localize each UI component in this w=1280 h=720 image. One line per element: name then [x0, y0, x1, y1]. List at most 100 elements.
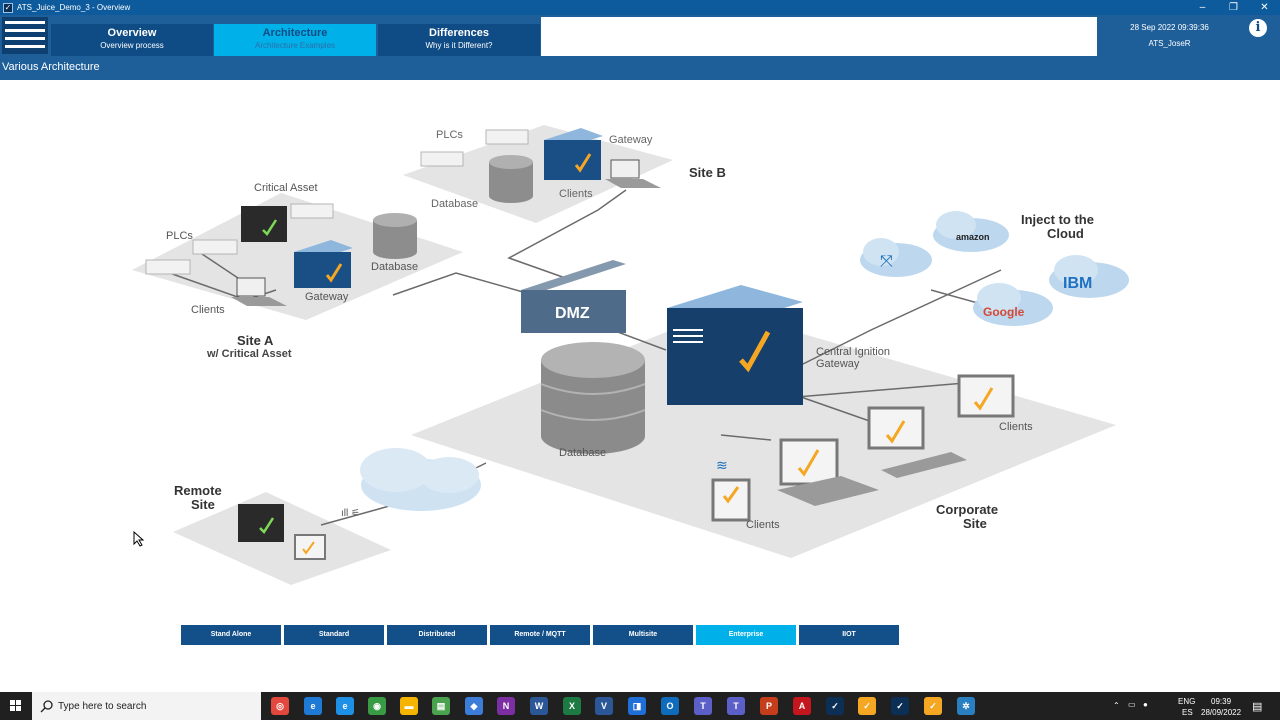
app-icon-blue[interactable]: ◆ — [465, 697, 483, 715]
architecture-diagram: PLCs Gateway Clients Database Site B Cri… — [132, 125, 1129, 585]
powerpoint-icon[interactable]: P — [760, 697, 778, 715]
excel-icon[interactable]: X — [563, 697, 581, 715]
search-placeholder: Type here to search — [58, 701, 147, 712]
search-icon — [40, 700, 53, 713]
app-icon: ✓ — [3, 2, 13, 13]
datetime: 28 Sep 2022 09:39:36 — [1130, 23, 1209, 32]
critical-asset-icon — [241, 206, 287, 242]
ignition-launcher-icon[interactable]: ✓ — [924, 697, 942, 715]
google-cloud-icon: Google — [973, 283, 1053, 326]
user-name: ATS_JoseR — [1148, 39, 1191, 48]
multisite-button[interactable]: Multisite — [593, 625, 693, 645]
notifications-icon[interactable]: ▤ — [1252, 700, 1262, 713]
acrobat-icon[interactable]: A — [793, 697, 811, 715]
site-b-gateway-label: Gateway — [609, 134, 653, 146]
mouse-cursor-icon — [133, 531, 145, 547]
app-icon-chat[interactable]: ◨ — [628, 697, 646, 715]
google-label: Google — [983, 305, 1025, 319]
amazon-label: amazon — [956, 232, 990, 242]
info-icon[interactable]: i — [1249, 19, 1267, 37]
clock-time[interactable]: 09:39 — [1211, 697, 1231, 706]
notepad-icon[interactable]: ▤ — [432, 697, 450, 715]
app-icon-red[interactable]: ◎ — [271, 697, 289, 715]
cloud-generic-icon: ⤧ — [860, 238, 932, 277]
edge-icon[interactable]: e — [304, 697, 322, 715]
tab-differences[interactable]: Differences Why is it Different? — [378, 24, 540, 56]
site-b-database-label: Database — [431, 198, 478, 210]
header-status: 28 Sep 2022 09:39:36 ATS_JoseR — [1099, 17, 1240, 56]
site-a-clients-label: Clients — [191, 304, 225, 316]
onenote-icon[interactable]: N — [497, 697, 515, 715]
amazon-cloud-icon: amazon — [933, 211, 1009, 252]
lang-secondary[interactable]: ES — [1182, 708, 1193, 717]
iiot-button[interactable]: IIOT — [799, 625, 899, 645]
lang-primary[interactable]: ENG — [1178, 697, 1195, 706]
central-gateway-label-line1: Central Ignition — [816, 346, 890, 358]
menu-bar-icon — [5, 29, 45, 32]
remote-client-icon — [294, 534, 326, 560]
app-window: ✓ ATS_Juice_Demo_3 - Overview – ❐ ✕ Over… — [0, 0, 1280, 720]
tab-title: Differences — [429, 27, 489, 39]
word-icon[interactable]: W — [530, 697, 548, 715]
ignition-icon[interactable]: ✓ — [826, 697, 844, 715]
teams-icon[interactable]: T — [694, 697, 712, 715]
tab-overview[interactable]: Overview Overview process — [51, 24, 213, 56]
tab-subtitle: Architecture Examples — [254, 41, 336, 50]
window-title: ATS_Juice_Demo_3 - Overview — [17, 3, 131, 12]
teams-icon-2[interactable]: T — [727, 697, 745, 715]
enterprise-button[interactable]: Enterprise — [696, 625, 796, 645]
start-button[interactable] — [0, 692, 32, 720]
site-a-database-label: Database — [371, 261, 418, 273]
tray-chevron-icon[interactable]: ⌃ — [1113, 701, 1120, 710]
app-icon-gear[interactable]: ✲ — [957, 697, 975, 715]
stand-alone-button[interactable]: Stand Alone — [181, 625, 281, 645]
tray-status-icon[interactable]: ● — [1143, 700, 1148, 709]
menu-bar-icon — [5, 37, 45, 40]
network-icon[interactable]: ▭ — [1128, 700, 1136, 709]
site-a-database-icon — [373, 213, 417, 259]
cloud-title-line2: Cloud — [1047, 226, 1084, 241]
minimize-button[interactable]: – — [1187, 0, 1218, 15]
distributed-button[interactable]: Distributed — [387, 625, 487, 645]
site-a-plcs-label: PLCs — [166, 230, 193, 242]
tab-architecture[interactable]: Architecture Architecture Examples — [214, 24, 376, 56]
menu-bar-icon — [5, 45, 45, 48]
dmz-label: DMZ — [555, 305, 590, 322]
taskbar-search-box[interactable]: Type here to search — [32, 692, 261, 720]
visio-icon[interactable]: V — [595, 697, 613, 715]
site-b-title: Site B — [689, 165, 726, 180]
remote-mqtt-button[interactable]: Remote / MQTT — [490, 625, 590, 645]
corporate-site-line1: Corporate — [936, 502, 998, 517]
ignition-client-icon[interactable]: ✓ — [891, 697, 909, 715]
remote-site-line2: Site — [191, 497, 215, 512]
tab-title: Architecture — [262, 27, 328, 39]
corporate-clients-right-label: Clients — [999, 421, 1033, 433]
ie-icon[interactable]: e — [336, 697, 354, 715]
tab-title: Overview — [107, 27, 157, 39]
central-gateway-label-line2: Gateway — [816, 358, 860, 370]
standard-button[interactable]: Standard — [284, 625, 384, 645]
svg-text:⤧: ⤧ — [880, 253, 893, 270]
page-title: Various Architecture — [2, 61, 100, 73]
outlook-icon[interactable]: O — [661, 697, 679, 715]
chrome-icon[interactable]: ◉ — [368, 697, 386, 715]
hamburger-menu-button[interactable] — [2, 17, 48, 54]
signal-icon: ıll ⚟ — [341, 508, 360, 519]
ibm-cloud-icon: IBM — [1049, 255, 1129, 298]
ignition-designer-icon[interactable]: ✓ — [858, 697, 876, 715]
central-gateway-server-icon — [667, 285, 803, 405]
central-database-label: Database — [559, 447, 606, 459]
corporate-client-monitor-icon — [957, 374, 1015, 418]
file-explorer-icon[interactable]: ▬ — [400, 697, 418, 715]
restore-button[interactable]: ❐ — [1218, 0, 1249, 15]
remote-cloud-icon — [360, 448, 481, 511]
clock-date[interactable]: 28/09/2022 — [1201, 708, 1241, 717]
remote-site-line1: Remote — [174, 483, 222, 498]
windows-logo-icon — [10, 700, 21, 711]
site-a-subtitle: w/ Critical Asset — [206, 348, 292, 360]
site-b-database-icon — [489, 155, 533, 203]
close-button[interactable]: ✕ — [1249, 0, 1280, 15]
window-titlebar: ✓ ATS_Juice_Demo_3 - Overview – ❐ ✕ — [0, 0, 1280, 15]
site-b-plcs-label: PLCs — [436, 129, 463, 141]
cloud-title-line1: Inject to the — [1021, 212, 1094, 227]
